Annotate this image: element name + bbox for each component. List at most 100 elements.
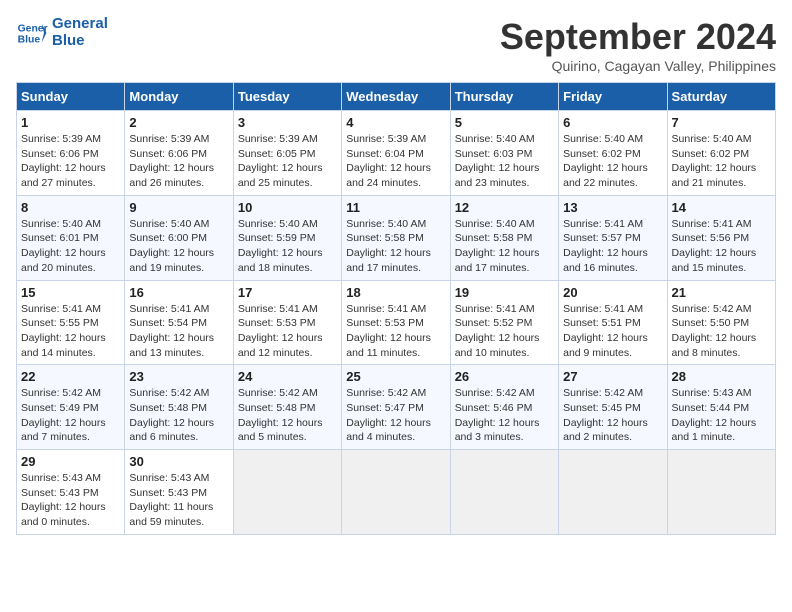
day-number: 22 (21, 369, 120, 384)
calendar-cell: 6 Sunrise: 5:40 AMSunset: 6:02 PMDaylight… (559, 111, 667, 196)
day-number: 18 (346, 285, 445, 300)
calendar-cell: 2Sunrise: 5:39 AMSunset: 6:06 PMDaylight… (125, 111, 233, 196)
calendar-cell: 3 Sunrise: 5:39 AMSunset: 6:05 PMDaylight… (233, 111, 341, 196)
calendar-cell: 22Sunrise: 5:42 AMSunset: 5:49 PMDayligh… (17, 365, 125, 450)
calendar-cell: 26Sunrise: 5:42 AMSunset: 5:46 PMDayligh… (450, 365, 558, 450)
day-detail: Sunrise: 5:42 AMSunset: 5:46 PMDaylight:… (455, 386, 554, 445)
day-number: 25 (346, 369, 445, 384)
calendar-cell: 14Sunrise: 5:41 AMSunset: 5:56 PMDayligh… (667, 195, 775, 280)
calendar-cell: 5 Sunrise: 5:40 AMSunset: 6:03 PMDaylight… (450, 111, 558, 196)
subtitle: Quirino, Cagayan Valley, Philippines (500, 58, 776, 74)
day-header-monday: Monday (125, 83, 233, 111)
calendar-cell: 15 Sunrise: 5:41 AMSunset: 5:55 PMDayligh… (17, 280, 125, 365)
calendar-cell: 16Sunrise: 5:41 AMSunset: 5:54 PMDayligh… (125, 280, 233, 365)
day-detail: Sunrise: 5:40 AMSunset: 6:03 PMDaylight:… (455, 132, 554, 191)
svg-text:Blue: Blue (18, 34, 41, 45)
day-detail: Sunrise: 5:40 AMSunset: 5:58 PMDaylight:… (455, 217, 554, 276)
calendar-cell: 7 Sunrise: 5:40 AMSunset: 6:02 PMDaylight… (667, 111, 775, 196)
days-header-row: SundayMondayTuesdayWednesdayThursdayFrid… (17, 83, 776, 111)
day-detail: Sunrise: 5:39 AMSunset: 6:04 PMDaylight:… (346, 132, 445, 191)
day-detail: Sunrise: 5:41 AMSunset: 5:57 PMDaylight:… (563, 217, 662, 276)
day-number: 7 (672, 115, 771, 130)
day-number: 9 (129, 200, 228, 215)
day-detail: Sunrise: 5:39 AMSunset: 6:06 PMDaylight:… (21, 132, 120, 191)
calendar-cell: 18 Sunrise: 5:41 AMSunset: 5:53 PMDayligh… (342, 280, 450, 365)
calendar-week-4: 15 Sunrise: 5:41 AMSunset: 5:55 PMDayligh… (17, 280, 776, 365)
calendar-cell: 1 Sunrise: 5:39 AMSunset: 6:06 PMDaylight… (17, 111, 125, 196)
month-title: September 2024 (500, 16, 776, 58)
day-detail: Sunrise: 5:41 AMSunset: 5:56 PMDaylight:… (672, 217, 771, 276)
day-detail: Sunrise: 5:40 AMSunset: 6:02 PMDaylight:… (672, 132, 771, 191)
calendar-week-5: 22Sunrise: 5:42 AMSunset: 5:49 PMDayligh… (17, 365, 776, 450)
day-number: 8 (21, 200, 120, 215)
day-number: 30 (129, 454, 228, 469)
day-header-saturday: Saturday (667, 83, 775, 111)
calendar-table: SundayMondayTuesdayWednesdayThursdayFrid… (16, 82, 776, 535)
day-number: 2 (129, 115, 228, 130)
calendar-cell: 12 Sunrise: 5:40 AMSunset: 5:58 PMDayligh… (450, 195, 558, 280)
title-block: September 2024 Quirino, Cagayan Valley, … (500, 16, 776, 74)
day-detail: Sunrise: 5:42 AMSunset: 5:45 PMDaylight:… (563, 386, 662, 445)
calendar-cell (667, 450, 775, 535)
logo-blue: Blue (52, 33, 108, 50)
day-detail: Sunrise: 5:41 AMSunset: 5:52 PMDaylight:… (455, 302, 554, 361)
calendar-cell: 8 Sunrise: 5:40 AMSunset: 6:01 PMDaylight… (17, 195, 125, 280)
day-number: 16 (129, 285, 228, 300)
calendar-cell: 25 Sunrise: 5:42 AMSunset: 5:47 PMDayligh… (342, 365, 450, 450)
calendar-cell: 21Sunrise: 5:42 AMSunset: 5:50 PMDayligh… (667, 280, 775, 365)
calendar-cell (342, 450, 450, 535)
day-number: 28 (672, 369, 771, 384)
day-detail: Sunrise: 5:42 AMSunset: 5:48 PMDaylight:… (129, 386, 228, 445)
day-number: 19 (455, 285, 554, 300)
day-number: 12 (455, 200, 554, 215)
calendar-cell: 11Sunrise: 5:40 AMSunset: 5:58 PMDayligh… (342, 195, 450, 280)
calendar-cell: 10 Sunrise: 5:40 AMSunset: 5:59 PMDayligh… (233, 195, 341, 280)
day-detail: Sunrise: 5:40 AMSunset: 6:00 PMDaylight:… (129, 217, 228, 276)
logo: General Blue General Blue (16, 16, 108, 49)
calendar-cell: 19 Sunrise: 5:41 AMSunset: 5:52 PMDayligh… (450, 280, 558, 365)
day-number: 4 (346, 115, 445, 130)
logo-general: General (52, 16, 108, 33)
calendar-cell: 27 Sunrise: 5:42 AMSunset: 5:45 PMDayligh… (559, 365, 667, 450)
day-number: 10 (238, 200, 337, 215)
day-detail: Sunrise: 5:40 AMSunset: 6:01 PMDaylight:… (21, 217, 120, 276)
calendar-week-6: 29Sunrise: 5:43 AMSunset: 5:43 PMDayligh… (17, 450, 776, 535)
day-detail: Sunrise: 5:41 AMSunset: 5:51 PMDaylight:… (563, 302, 662, 361)
day-number: 6 (563, 115, 662, 130)
day-number: 15 (21, 285, 120, 300)
day-detail: Sunrise: 5:42 AMSunset: 5:50 PMDaylight:… (672, 302, 771, 361)
calendar-cell: 30Sunrise: 5:43 AMSunset: 5:43 PMDayligh… (125, 450, 233, 535)
day-detail: Sunrise: 5:42 AMSunset: 5:47 PMDaylight:… (346, 386, 445, 445)
day-detail: Sunrise: 5:41 AMSunset: 5:55 PMDaylight:… (21, 302, 120, 361)
calendar-cell (559, 450, 667, 535)
day-detail: Sunrise: 5:39 AMSunset: 6:05 PMDaylight:… (238, 132, 337, 191)
day-detail: Sunrise: 5:40 AMSunset: 5:59 PMDaylight:… (238, 217, 337, 276)
calendar-cell: 29Sunrise: 5:43 AMSunset: 5:43 PMDayligh… (17, 450, 125, 535)
day-header-friday: Friday (559, 83, 667, 111)
calendar-cell (450, 450, 558, 535)
day-number: 13 (563, 200, 662, 215)
day-header-wednesday: Wednesday (342, 83, 450, 111)
day-header-sunday: Sunday (17, 83, 125, 111)
calendar-cell: 28 Sunrise: 5:43 AMSunset: 5:44 PMDayligh… (667, 365, 775, 450)
day-number: 11 (346, 200, 445, 215)
calendar-cell (233, 450, 341, 535)
page-header: General Blue General Blue September 2024… (16, 16, 776, 74)
calendar-cell: 9 Sunrise: 5:40 AMSunset: 6:00 PMDaylight… (125, 195, 233, 280)
calendar-body: 1 Sunrise: 5:39 AMSunset: 6:06 PMDaylight… (17, 111, 776, 535)
calendar-cell: 24Sunrise: 5:42 AMSunset: 5:48 PMDayligh… (233, 365, 341, 450)
calendar-week-3: 8 Sunrise: 5:40 AMSunset: 6:01 PMDaylight… (17, 195, 776, 280)
day-number: 20 (563, 285, 662, 300)
calendar-cell: 23Sunrise: 5:42 AMSunset: 5:48 PMDayligh… (125, 365, 233, 450)
day-number: 5 (455, 115, 554, 130)
day-number: 3 (238, 115, 337, 130)
day-detail: Sunrise: 5:43 AMSunset: 5:44 PMDaylight:… (672, 386, 771, 445)
day-detail: Sunrise: 5:41 AMSunset: 5:53 PMDaylight:… (346, 302, 445, 361)
day-detail: Sunrise: 5:42 AMSunset: 5:48 PMDaylight:… (238, 386, 337, 445)
day-number: 27 (563, 369, 662, 384)
day-detail: Sunrise: 5:43 AMSunset: 5:43 PMDaylight:… (21, 471, 120, 530)
calendar-week-2: 1 Sunrise: 5:39 AMSunset: 6:06 PMDaylight… (17, 111, 776, 196)
day-detail: Sunrise: 5:41 AMSunset: 5:53 PMDaylight:… (238, 302, 337, 361)
day-number: 1 (21, 115, 120, 130)
day-detail: Sunrise: 5:40 AMSunset: 6:02 PMDaylight:… (563, 132, 662, 191)
